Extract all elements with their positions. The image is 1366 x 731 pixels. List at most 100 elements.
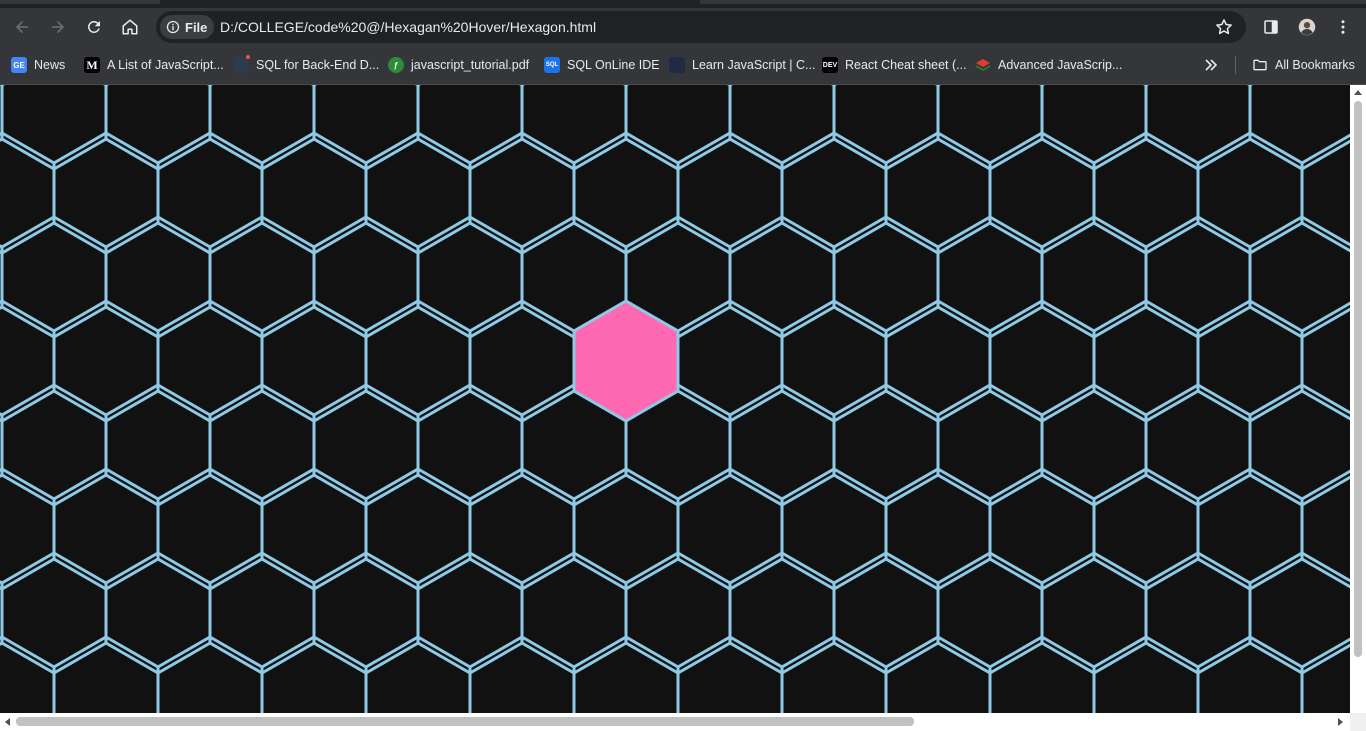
hexagon[interactable] <box>780 467 888 591</box>
bookmark-news[interactable]: GE News <box>11 55 65 75</box>
all-bookmarks-button[interactable]: All Bookmarks <box>1252 55 1355 75</box>
hexagon[interactable] <box>936 85 1044 171</box>
hovered-hexagon[interactable] <box>572 299 680 423</box>
hexagon[interactable] <box>676 467 784 591</box>
bookmark-learn-javascript[interactable]: Learn JavaScript | C... <box>669 55 815 75</box>
hexagon[interactable] <box>780 635 888 713</box>
url-text[interactable]: D:/COLLEGE/code%20@/Hexagan%20Hover/Hexa… <box>220 19 596 35</box>
hexagon[interactable] <box>572 131 680 255</box>
hexagon[interactable] <box>312 383 420 507</box>
hexagon[interactable] <box>676 299 784 423</box>
hexagon[interactable] <box>728 85 836 171</box>
menu-button[interactable] <box>1328 12 1358 42</box>
horizontal-scroll-thumb[interactable] <box>16 717 914 726</box>
hexagon[interactable] <box>312 215 420 339</box>
hexagon[interactable] <box>52 467 160 591</box>
hexagon[interactable] <box>884 467 992 591</box>
hexagon[interactable] <box>0 635 56 713</box>
hexagon[interactable] <box>468 635 576 713</box>
hexagon[interactable] <box>104 383 212 507</box>
bookmark-star-icon[interactable] <box>1214 17 1234 37</box>
hexagon[interactable] <box>832 215 940 339</box>
hexagon[interactable] <box>260 131 368 255</box>
hexagon[interactable] <box>52 635 160 713</box>
hexagon[interactable] <box>104 215 212 339</box>
hexagon[interactable] <box>1196 131 1304 255</box>
address-bar[interactable]: File D:/COLLEGE/code%20@/Hexagan%20Hover… <box>156 11 1246 43</box>
hexagon[interactable] <box>1092 299 1200 423</box>
hexagon[interactable] <box>572 635 680 713</box>
hexagon[interactable] <box>312 85 420 171</box>
hexagon[interactable] <box>1144 551 1252 675</box>
hexagon[interactable] <box>468 131 576 255</box>
side-panel-button[interactable] <box>1256 12 1286 42</box>
hexagon[interactable] <box>520 551 628 675</box>
hexagon[interactable] <box>1248 551 1350 675</box>
hexagon[interactable] <box>156 131 264 255</box>
bookmark-advanced-javascript[interactable]: Advanced JavaScrip... <box>975 55 1122 75</box>
hexagon[interactable] <box>988 131 1096 255</box>
hexagon[interactable] <box>884 299 992 423</box>
hexagon[interactable] <box>260 299 368 423</box>
hexagon[interactable] <box>1196 299 1304 423</box>
back-button[interactable] <box>7 12 37 42</box>
bookmark-react-cheat-sheet[interactable]: DEV React Cheat sheet (... <box>822 55 967 75</box>
hexagon[interactable] <box>208 215 316 339</box>
bookmark-sql-online-ide[interactable]: SQL SQL OnLine IDE <box>544 55 660 75</box>
hexagon[interactable] <box>1092 131 1200 255</box>
scroll-up-arrow-icon[interactable] <box>1354 90 1362 95</box>
hexagon[interactable] <box>936 551 1044 675</box>
hexagon[interactable] <box>1248 85 1350 171</box>
hexagon[interactable] <box>468 467 576 591</box>
hexagon[interactable] <box>104 85 212 171</box>
hexagon[interactable] <box>416 551 524 675</box>
hexagon[interactable] <box>936 383 1044 507</box>
hexagon[interactable] <box>1196 635 1304 713</box>
hexagon[interactable] <box>1248 383 1350 507</box>
more-bookmarks-button[interactable] <box>1203 55 1219 75</box>
hexagon[interactable] <box>260 467 368 591</box>
hexagon[interactable] <box>416 215 524 339</box>
hexagon[interactable] <box>572 467 680 591</box>
hexagon[interactable] <box>728 551 836 675</box>
hexagon[interactable] <box>0 551 108 675</box>
hexagon[interactable] <box>676 635 784 713</box>
reload-button[interactable] <box>79 12 109 42</box>
hexagon[interactable] <box>156 635 264 713</box>
hexagon[interactable] <box>1300 133 1350 253</box>
bookmark-sql-backend[interactable]: SQL for Back-End D... <box>233 55 379 75</box>
hexagon[interactable] <box>1196 467 1304 591</box>
hexagon[interactable] <box>208 383 316 507</box>
hexagon[interactable] <box>1300 469 1350 589</box>
hexagon[interactable] <box>1144 85 1252 171</box>
site-info-chip[interactable]: File <box>160 15 214 39</box>
hexagon[interactable] <box>0 85 108 171</box>
hexagon[interactable] <box>1040 551 1148 675</box>
hexagon[interactable] <box>936 215 1044 339</box>
vertical-scrollbar[interactable] <box>1350 85 1366 713</box>
hexagon[interactable] <box>0 383 108 507</box>
hexagon[interactable] <box>156 299 264 423</box>
hexagon[interactable] <box>988 467 1096 591</box>
vertical-scroll-thumb[interactable] <box>1354 101 1362 657</box>
hexagon[interactable] <box>832 383 940 507</box>
hexagon[interactable] <box>988 635 1096 713</box>
hexagon[interactable] <box>1040 215 1148 339</box>
hexagon[interactable] <box>364 635 472 713</box>
hexagon[interactable] <box>0 299 56 423</box>
scroll-left-arrow-icon[interactable] <box>5 718 10 726</box>
hexagon[interactable] <box>624 85 732 171</box>
hexagon[interactable] <box>832 551 940 675</box>
hexagon[interactable] <box>0 467 56 591</box>
hexagon[interactable] <box>364 467 472 591</box>
home-button[interactable] <box>115 12 145 42</box>
hexagon[interactable] <box>364 131 472 255</box>
hexagon[interactable] <box>1144 215 1252 339</box>
hexagon[interactable] <box>780 131 888 255</box>
horizontal-scrollbar[interactable] <box>0 713 1350 731</box>
hexagon-grid[interactable] <box>0 85 1350 713</box>
hexagon[interactable] <box>1092 635 1200 713</box>
hexagon[interactable] <box>520 85 628 171</box>
hexagon[interactable] <box>988 299 1096 423</box>
hexagon[interactable] <box>312 551 420 675</box>
